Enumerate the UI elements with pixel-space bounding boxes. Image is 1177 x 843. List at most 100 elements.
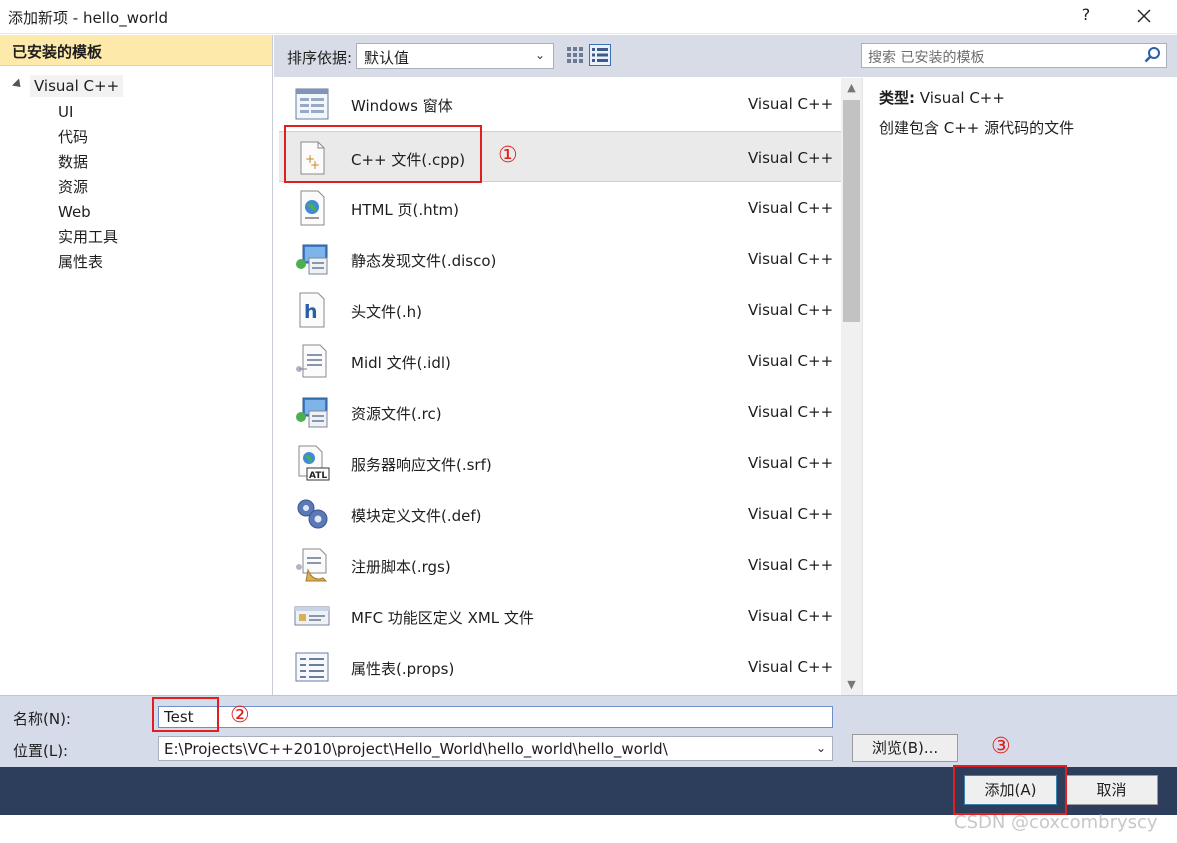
close-button[interactable] (1130, 2, 1158, 30)
title-bar: 添加新项 - hello_world ? (0, 0, 1177, 34)
expand-triangle-icon[interactable] (11, 78, 25, 91)
template-name: Midl 文件(.idl) (351, 354, 451, 372)
ribbon-xml-icon (294, 606, 330, 626)
list-view-button[interactable] (589, 44, 611, 66)
template-list-scrollbar[interactable]: ▲ ▼ (841, 78, 862, 695)
chevron-down-icon: ⌄ (815, 741, 826, 755)
location-label: 位置(L): (13, 742, 69, 760)
template-language: Visual C++ (748, 250, 834, 268)
tree-item-ui[interactable]: UI (0, 100, 273, 125)
scroll-down-icon[interactable]: ▼ (841, 675, 862, 695)
template-row-disco-file[interactable]: 静态发现文件(.disco) Visual C++ (279, 233, 841, 284)
tree-item-visual-cpp[interactable]: Visual C++ (0, 75, 273, 100)
template-row-srf-file[interactable]: ATL 服务器响应文件(.srf) Visual C++ (279, 437, 841, 488)
annotation-box-add (953, 765, 1067, 815)
template-name: 资源文件(.rc) (351, 405, 442, 423)
svg-text:h: h (304, 301, 318, 323)
template-language: Visual C++ (748, 556, 834, 574)
sort-dropdown[interactable]: 默认值 ⌄ (356, 43, 554, 69)
template-row-props-file[interactable]: 属性表(.props) Visual C++ (279, 641, 841, 692)
tree-item-label: Visual C++ (30, 75, 124, 97)
template-name: 属性表(.props) (351, 660, 455, 678)
template-name: 头文件(.h) (351, 303, 422, 321)
watermark: CSDN @coxcombryscy (954, 812, 1158, 833)
sort-value: 默认值 (364, 49, 410, 67)
disco-file-icon (296, 244, 328, 275)
close-icon (1137, 9, 1151, 23)
template-language: Visual C++ (748, 403, 834, 421)
annotation-number-3: ③ (991, 734, 1011, 759)
template-language: Visual C++ (748, 505, 834, 523)
template-language: Visual C++ (748, 301, 834, 319)
annotation-number-2: ② (230, 703, 250, 728)
template-row-header-file[interactable]: h 头文件(.h) Visual C++ (279, 284, 841, 335)
template-row-rgs-file[interactable]: 注册脚本(.rgs) Visual C++ (279, 539, 841, 590)
template-row-windows-form[interactable]: Windows 窗体 Visual C++ (279, 78, 841, 129)
template-description-pane: 类型: Visual C++ 创建包含 C++ 源代码的文件 (862, 78, 1177, 695)
def-file-icon (297, 499, 328, 529)
search-templates-input[interactable]: 搜索 已安装的模板 (861, 43, 1167, 68)
type-value: Visual C++ (919, 89, 1005, 107)
template-row-idl-file[interactable]: Midl 文件(.idl) Visual C++ (279, 335, 841, 386)
location-value: E:\Projects\VC++2010\project\Hello_World… (164, 740, 668, 758)
template-language: Visual C++ (748, 658, 834, 676)
tree-item-resource[interactable]: 资源 (0, 175, 273, 200)
search-placeholder: 搜索 已安装的模板 (868, 50, 985, 66)
annotation-box-cpp (284, 125, 482, 183)
scroll-thumb[interactable] (843, 100, 860, 322)
template-row-ribbon-xml[interactable]: MFC 功能区定义 XML 文件 Visual C++ (279, 590, 841, 641)
tree-item-web[interactable]: Web (0, 200, 273, 225)
idl-file-icon (296, 344, 327, 378)
chevron-down-icon: ⌄ (534, 48, 545, 62)
rgs-file-icon (296, 548, 328, 582)
template-language: Visual C++ (748, 454, 834, 472)
template-language: Visual C++ (748, 607, 834, 625)
cancel-button[interactable]: 取消 (1065, 775, 1158, 805)
props-file-icon (295, 652, 329, 682)
resource-file-icon (296, 397, 328, 428)
name-label: 名称(N): (13, 710, 71, 728)
tree-item-property-sheet[interactable]: 属性表 (0, 250, 273, 275)
template-description-text: 创建包含 C++ 源代码的文件 (879, 119, 1075, 137)
template-row-def-file[interactable]: 模块定义文件(.def) Visual C++ (279, 488, 841, 539)
srf-file-icon: ATL (298, 445, 330, 481)
svg-text:ATL: ATL (309, 471, 327, 481)
template-name: 模块定义文件(.def) (351, 507, 482, 525)
template-language: Visual C++ (748, 199, 834, 217)
template-name: 注册脚本(.rgs) (351, 558, 451, 576)
name-input[interactable] (158, 706, 833, 728)
template-name: 服务器响应文件(.srf) (351, 456, 492, 474)
tree-item-code[interactable]: 代码 (0, 125, 273, 150)
installed-templates-header: 已安装的模板 (0, 35, 272, 66)
location-dropdown[interactable]: E:\Projects\VC++2010\project\Hello_World… (158, 736, 833, 761)
windows-form-icon (295, 88, 329, 120)
tree-item-data[interactable]: 数据 (0, 150, 273, 175)
template-name: 静态发现文件(.disco) (351, 252, 497, 270)
annotation-box-name (152, 697, 219, 732)
template-language: Visual C++ (748, 95, 834, 113)
grid-view-icon (567, 47, 583, 63)
html-page-icon (300, 190, 325, 226)
small-icons-view-button[interactable] (564, 44, 586, 66)
template-name: HTML 页(.htm) (351, 201, 459, 219)
search-icon[interactable] (1143, 46, 1162, 65)
window-title: 添加新项 - hello_world (8, 9, 168, 27)
template-language: Visual C++ (748, 352, 834, 370)
header-file-icon: h (299, 292, 325, 328)
tree-item-utility[interactable]: 实用工具 (0, 225, 273, 250)
installed-templates-pane: 已安装的模板 Visual C++ UI 代码 数据 资源 Web 实用工具 属… (0, 35, 273, 695)
type-label: 类型: (879, 89, 915, 107)
template-name: Windows 窗体 (351, 97, 453, 115)
browse-button[interactable]: 浏览(B)... (852, 734, 958, 762)
template-row-resource-file[interactable]: 资源文件(.rc) Visual C++ (279, 386, 841, 437)
template-toolbar: 排序依据: 默认值 ⌄ 搜索 已安装的模板 (274, 35, 1177, 77)
list-view-icon (592, 48, 608, 62)
template-tree: Visual C++ UI 代码 数据 资源 Web 实用工具 属性表 (0, 75, 273, 275)
sort-label: 排序依据: (287, 49, 353, 67)
template-language: Visual C++ (748, 149, 834, 167)
template-row-html-page[interactable]: HTML 页(.htm) Visual C++ (279, 182, 841, 233)
help-button[interactable]: ? (1076, 5, 1096, 24)
annotation-number-1: ① (498, 143, 518, 168)
template-type: 类型: Visual C++ (879, 87, 1005, 108)
scroll-up-icon[interactable]: ▲ (841, 78, 862, 98)
